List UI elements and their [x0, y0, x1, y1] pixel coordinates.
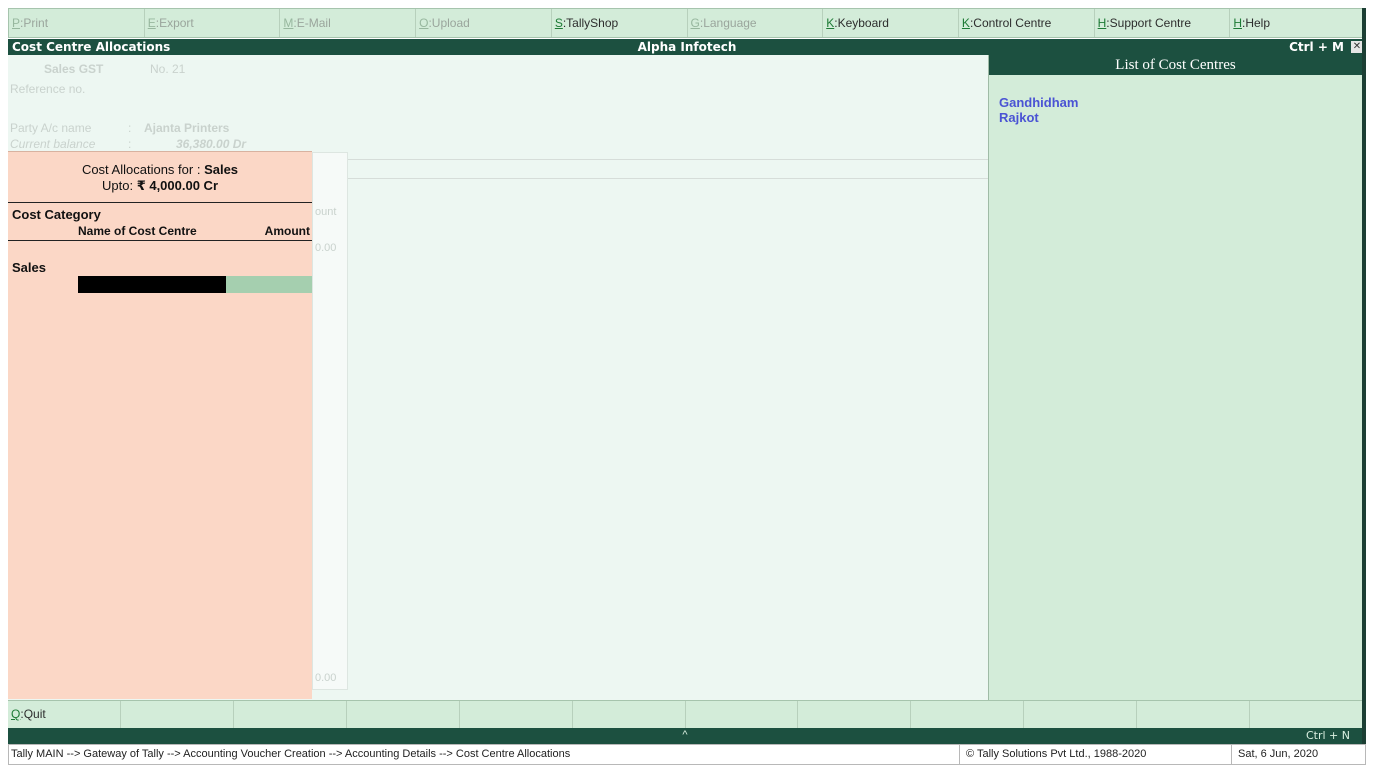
header-divider [8, 202, 312, 203]
menu-export[interactable]: E:Export [145, 9, 281, 37]
menu-help[interactable]: H:Help [1230, 9, 1365, 37]
cost-centre-list-panel: List of Cost Centres Gandhidham Rajkot [988, 55, 1362, 700]
copyright: © Tally Solutions Pvt Ltd., 1988-2020 [959, 745, 1229, 764]
voucher-number: No. 21 [150, 62, 186, 76]
cost-centre-list: Gandhidham Rajkot [989, 75, 1362, 125]
chevron-up-icon[interactable]: ^ [8, 727, 1362, 743]
party-name: Ajanta Printers [144, 121, 230, 135]
menu-language[interactable]: G:Language [688, 9, 824, 37]
allocation-for-ledger: Sales [204, 162, 239, 177]
empty-button[interactable] [460, 701, 573, 728]
menu-support-centre[interactable]: H:Support Centre [1095, 9, 1231, 37]
empty-button[interactable] [798, 701, 912, 728]
ghost-column-header: ount [315, 206, 337, 218]
empty-button[interactable] [121, 701, 234, 728]
column-cost-category: Cost Category [12, 207, 101, 222]
amount-input[interactable] [226, 276, 312, 293]
title-bar: Cost Centre Allocations Alpha Infotech C… [8, 39, 1366, 55]
cost-centre-name-input[interactable] [78, 276, 226, 293]
allocation-for: Cost Allocations for : Sales [8, 162, 312, 177]
empty-button[interactable] [911, 701, 1025, 728]
minimize-shortcut[interactable]: Ctrl + M [1289, 39, 1344, 55]
party-separator: : [128, 121, 132, 135]
upto-amount: ₹ 4,000.00 Cr [136, 178, 219, 193]
allocation-for-label: Cost Allocations for : [81, 162, 201, 177]
columns-divider [8, 240, 312, 241]
empty-button[interactable] [234, 701, 347, 728]
calculator-shortcut[interactable]: Ctrl + N [1306, 728, 1350, 744]
window-border [1362, 8, 1366, 758]
status-bar: Tally MAIN --> Gateway of Tally --> Acco… [8, 744, 1366, 765]
ghost-divider [348, 159, 988, 160]
current-date: Sat, 6 Jun, 2020 [1231, 745, 1318, 764]
secondary-strip: ^ Ctrl + N [8, 728, 1362, 744]
list-title: List of Cost Centres [989, 55, 1362, 75]
quit-button[interactable]: Q:Quit [8, 701, 121, 728]
empty-button[interactable] [347, 701, 460, 728]
ghost-total: 0.00 [315, 672, 337, 684]
ghost-amount-column [312, 152, 348, 690]
empty-button[interactable] [1024, 701, 1138, 728]
breadcrumb: Tally MAIN --> Gateway of Tally --> Acco… [11, 748, 571, 760]
top-menu-bar: P:Print E:Export M:E-Mail O:Upload S:Tal… [8, 8, 1366, 38]
bottom-button-bar: Q:Quit [8, 700, 1362, 728]
empty-button[interactable] [686, 701, 799, 728]
upto-label: Upto: [101, 178, 134, 193]
list-item-gandhidham[interactable]: Gandhidham [999, 95, 1362, 110]
allocation-upto: Upto: ₹ 4,000.00 Cr [8, 178, 312, 194]
voucher-type: Sales GST [44, 62, 104, 76]
menu-upload[interactable]: O:Upload [416, 9, 552, 37]
menu-control-centre[interactable]: K:Control Centre [959, 9, 1095, 37]
cost-allocation-popup: Cost Allocations for : Sales Upto: ₹ 4,0… [8, 151, 312, 699]
reference-label: Reference no. [10, 82, 86, 96]
menu-tallyshop[interactable]: S:TallyShop [552, 9, 688, 37]
empty-button[interactable] [1137, 701, 1251, 728]
column-cost-centre-name: Name of Cost Centre [78, 224, 197, 238]
menu-keyboard[interactable]: K:Keyboard [823, 9, 959, 37]
balance-separator: : [128, 137, 132, 151]
menu-email[interactable]: M:E-Mail [280, 9, 417, 37]
menu-print[interactable]: P:Print [9, 9, 145, 37]
empty-button[interactable] [573, 701, 686, 728]
ghost-amount: 0.00 [315, 242, 337, 254]
ghost-divider [348, 178, 988, 179]
party-label: Party A/c name [10, 121, 92, 135]
company-name: Alpha Infotech [637, 40, 737, 54]
cost-category-value: Sales [12, 260, 46, 275]
empty-button[interactable] [1250, 701, 1362, 728]
list-item-rajkot[interactable]: Rajkot [999, 110, 1362, 125]
column-amount: Amount [264, 224, 310, 238]
balance-label: Current balance [10, 137, 96, 151]
balance-value: 36,380.00 Dr [176, 137, 247, 151]
